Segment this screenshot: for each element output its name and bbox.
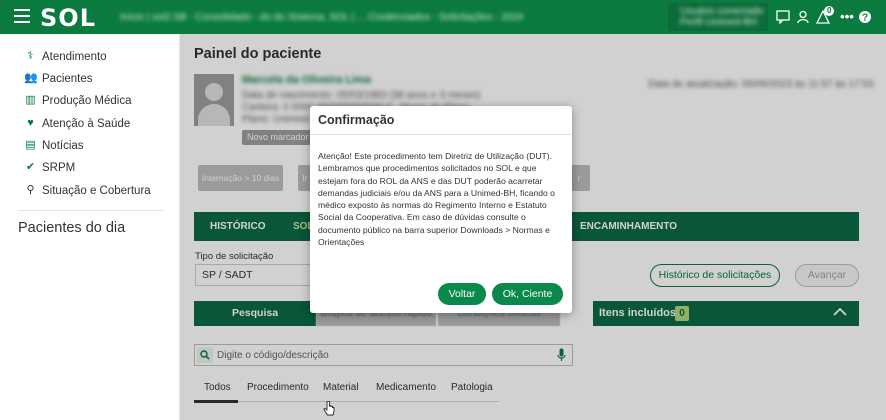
sidebar-item-label: Produção Médica — [42, 94, 132, 107]
newspaper-icon: ▤ — [25, 139, 36, 151]
dialog-title: Confirmação — [318, 113, 395, 127]
svg-text:?: ? — [862, 13, 868, 24]
help-icon[interactable]: ? — [858, 10, 872, 24]
notification-badge: 0 — [824, 6, 835, 16]
sidebar-item-label: SRPM — [42, 161, 76, 174]
sidebar-item-label: Atendimento — [42, 50, 107, 63]
menu-icon[interactable] — [14, 9, 30, 23]
check-icon: ✔ — [25, 161, 36, 173]
sidebar-item-label: Pacientes — [42, 72, 93, 85]
sidebar-item-atendimento[interactable]: ⚕ Atendimento — [24, 50, 107, 63]
sidebar-item-label: Notícias — [42, 139, 84, 152]
sidebar-item-label: Atenção à Saúde — [42, 117, 131, 130]
user-name: Usuário conectado — [680, 6, 764, 17]
sidebar-section-title: Pacientes do dia — [18, 220, 126, 236]
chart-icon: ▥ — [25, 94, 36, 106]
sidebar-item-noticias[interactable]: ▤ Notícias — [24, 139, 84, 152]
users-icon: 👥 — [24, 72, 38, 84]
top-bar: SOL Início | sol2.SB - Consolidado - do … — [0, 0, 886, 34]
search-icon: ⚲ — [26, 184, 35, 196]
user-info[interactable]: Usuário conectado Perfil Unimed-BH — [680, 6, 763, 28]
breadcrumb: Início | sol2.SB - Consolidado - do do S… — [120, 12, 524, 23]
back-button[interactable]: Voltar — [438, 283, 486, 305]
user-icon[interactable] — [796, 10, 810, 24]
stethoscope-icon: ⚕ — [27, 50, 34, 62]
ok-acknowledge-button[interactable]: Ok, Ciente — [492, 283, 563, 305]
confirmation-dialog: Confirmação Atenção! Este procedimento t… — [310, 106, 572, 313]
heart-icon: ♥ — [27, 117, 34, 129]
sidebar-item-label: Situação e Cobertura — [42, 184, 151, 197]
hand-cursor-icon — [323, 400, 335, 417]
sidebar: ⚕ Atendimento 👥 Pacientes ▥ Produção Méd… — [0, 34, 180, 420]
sol-logo[interactable]: SOL — [40, 4, 96, 32]
user-profile: Perfil Unimed-BH — [680, 17, 758, 28]
sidebar-item-producao-medica[interactable]: ▥ Produção Médica — [24, 94, 132, 107]
sidebar-divider — [18, 210, 164, 211]
sidebar-item-atencao-saude[interactable]: ♥ Atenção à Saúde — [24, 117, 130, 130]
more-icon[interactable]: ••• — [840, 10, 854, 24]
logo-text: SOL — [40, 4, 96, 32]
sidebar-item-situacao-cobertura[interactable]: ⚲ Situação e Cobertura — [24, 184, 151, 197]
chat-icon[interactable] — [776, 10, 790, 25]
dialog-message: Atenção! Este procedimento tem Diretriz … — [318, 151, 555, 248]
sidebar-item-pacientes[interactable]: 👥 Pacientes — [24, 72, 93, 85]
dialog-divider — [310, 134, 572, 135]
sidebar-item-srpm[interactable]: ✔ SRPM — [24, 161, 75, 174]
